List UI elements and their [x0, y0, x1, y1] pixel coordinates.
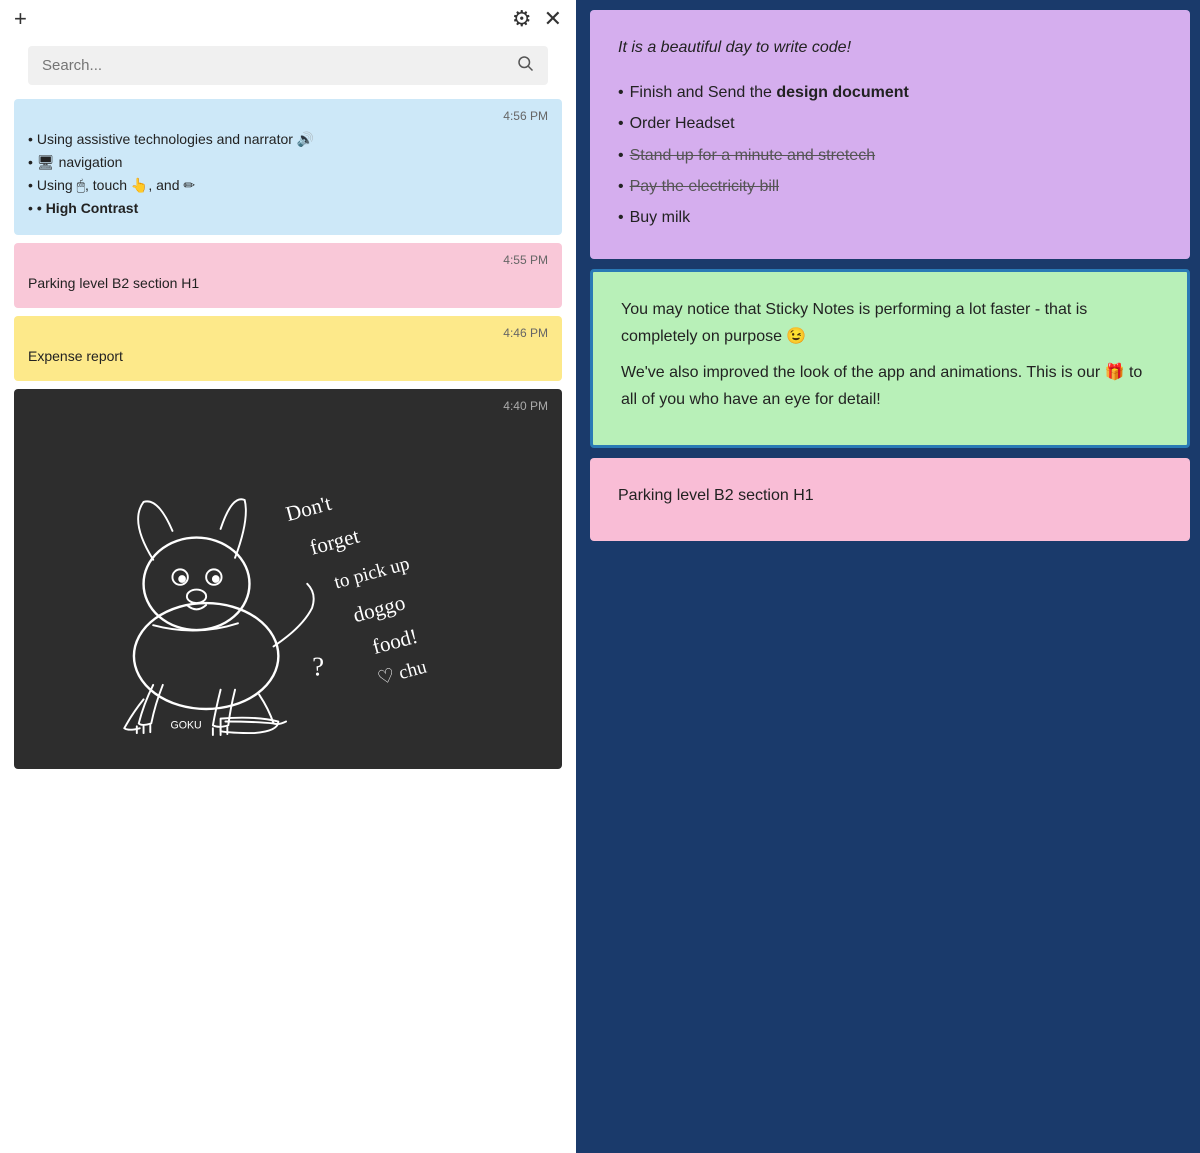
note-timestamp-3: 4:46 PM	[28, 326, 548, 340]
note-timestamp-2: 4:55 PM	[28, 253, 548, 267]
right-note-2[interactable]: You may notice that Sticky Notes is perf…	[590, 269, 1190, 448]
note-preview-1: • Using assistive technologies and narra…	[28, 129, 548, 219]
svg-text:GOKU: GOKU	[171, 719, 202, 731]
toolbar-left: +	[14, 8, 27, 30]
note-item-2: • Order Headset	[618, 110, 1162, 137]
toolbar: + ⚙ ✕	[0, 0, 576, 38]
note-card-3[interactable]: 4:46 PM Expense report	[14, 316, 562, 381]
note-card-4[interactable]: 4:40 PM	[14, 389, 562, 769]
left-panel: + ⚙ ✕ 4:56 PM • Using assisti	[0, 0, 580, 1153]
note-line-3: • Using 🖱, touch 👆, and ✏	[28, 175, 548, 196]
right-note-1[interactable]: It is a beautiful day to write code! • F…	[590, 10, 1190, 259]
bullet-icon: •	[28, 152, 33, 173]
note-preview-2: Parking level B2 section H1	[28, 273, 548, 294]
note-item-4: • Pay the electricity bill	[618, 173, 1162, 200]
svg-text:to pick up: to pick up	[332, 553, 412, 593]
note-timestamp-1: 4:56 PM	[28, 109, 548, 123]
svg-text:food!: food!	[370, 624, 421, 659]
svg-text:Don't: Don't	[283, 491, 334, 526]
note-line-1: • Using assistive technologies and narra…	[28, 129, 548, 150]
note-item-1: • Finish and Send the design document	[618, 79, 1162, 106]
pink-note-text: Parking level B2 section H1	[618, 482, 1162, 509]
note-item-5: • Buy milk	[618, 204, 1162, 231]
green-note-para-1: You may notice that Sticky Notes is perf…	[621, 296, 1159, 350]
note-card-2[interactable]: 4:55 PM Parking level B2 section H1	[14, 243, 562, 308]
note-card-1[interactable]: 4:56 PM • Using assistive technologies a…	[14, 99, 562, 235]
search-bar	[28, 46, 548, 85]
right-note-3[interactable]: Parking level B2 section H1	[590, 458, 1190, 541]
green-note-para-2: We've also improved the look of the app …	[621, 359, 1159, 413]
search-input[interactable]	[42, 57, 516, 74]
note-preview-3: Expense report	[28, 346, 548, 367]
bullet-icon: •	[28, 129, 33, 150]
svg-text:?: ?	[312, 651, 324, 681]
bullet-icon: •	[28, 175, 33, 196]
toolbar-right: ⚙ ✕	[512, 8, 562, 30]
right-panel: It is a beautiful day to write code! • F…	[580, 0, 1200, 1153]
note-timestamp-4: 4:40 PM	[28, 399, 548, 413]
note-drawing: GOKU Don't forget to pick up doggo food!	[28, 419, 548, 739]
svg-text:♡ chu: ♡ chu	[375, 656, 429, 689]
close-button[interactable]: ✕	[544, 8, 562, 30]
settings-button[interactable]: ⚙	[512, 8, 532, 30]
bullet-icon: •	[28, 198, 33, 219]
note-item-3: • Stand up for a minute and stretech	[618, 142, 1162, 169]
svg-text:doggo: doggo	[350, 590, 407, 627]
note-italic-header: It is a beautiful day to write code!	[618, 34, 1162, 61]
note-line-2: • 🖥 navigation	[28, 152, 548, 173]
svg-text:forget: forget	[307, 524, 362, 560]
notes-list: 4:56 PM • Using assistive technologies a…	[0, 99, 576, 1153]
add-note-button[interactable]: +	[14, 8, 27, 30]
note-line-4: • • High Contrast	[28, 198, 548, 219]
search-icon[interactable]	[516, 54, 534, 77]
